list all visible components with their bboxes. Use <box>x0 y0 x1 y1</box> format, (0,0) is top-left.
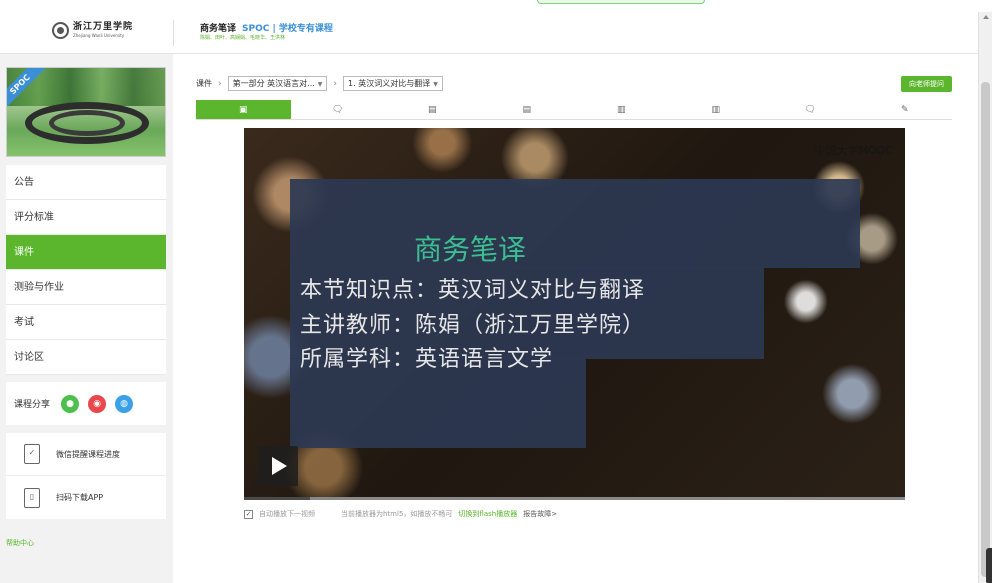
university-logo[interactable]: 浙江万里学院 Zhejiang Wanli University <box>52 22 133 39</box>
chevron-down-icon: ▼ <box>317 81 323 88</box>
tab-discussion[interactable]: 🗨 <box>763 100 858 119</box>
page-scrollbar[interactable] <box>978 12 992 583</box>
nav-item-grading[interactable]: 评分标准 <box>6 200 166 235</box>
video-player[interactable]: 中国大学MOOC 商务笔译 本节知识点：英汉词义对比与翻译 主讲教师：陈娟（浙江… <box>244 128 905 497</box>
logo-cn: 浙江万里学院 <box>73 22 134 32</box>
tab-edit[interactable]: ✎ <box>858 100 953 119</box>
qq-share-icon[interactable]: ◍ <box>115 394 134 413</box>
document-icon: ▤ <box>522 104 531 115</box>
play-button[interactable] <box>258 446 298 486</box>
breadcrumb: 课件 › 第一部分 英汉语言对... ▼ › 1. 英汉词义对比与翻译 ▼ <box>196 76 443 91</box>
video-icon: ▣ <box>238 104 248 115</box>
course-title: 商务笔译 SPOC | 学校专有课程 <box>200 21 333 34</box>
course-nav: 公告 评分标准 课件 测验与作业 考试 讨论区 <box>6 165 166 375</box>
nav-item-quiz-homework[interactable]: 测验与作业 <box>6 270 166 305</box>
video-footer: ✓ 自动播放下一视频 当前播放器为html5，如播放不畅可 切换到flash播放器… <box>244 509 557 519</box>
video-slide-line-2: 主讲教师：陈娟（浙江万里学院） <box>300 313 646 338</box>
switch-flash-link[interactable]: 切换到flash播放器 <box>458 509 517 519</box>
university-seal-icon <box>52 22 69 39</box>
document-icon: ▤ <box>427 104 437 115</box>
phone-icon: ▯ <box>24 487 40 508</box>
help-center-link[interactable]: 帮助中心 <box>6 538 34 548</box>
autoplay-checkbox[interactable]: ✓ <box>244 509 253 519</box>
share-label: 课程分享 <box>14 400 51 410</box>
lesson-select[interactable]: 1. 英汉词义对比与翻译 ▼ <box>343 76 443 91</box>
document-check-icon: ✓ <box>24 444 40 464</box>
site-header: 浙江万里学院 Zhejiang Wanli University 商务笔译 SPO… <box>0 12 978 54</box>
text-icon: ▥ <box>616 104 626 115</box>
app-links: ✓ 微信提醒课程进度 ▯ 扫码下载APP <box>6 433 166 519</box>
header-divider <box>173 20 174 46</box>
video-slide-line-1: 本节知识点：英汉词义对比与翻译 <box>300 278 646 303</box>
logo-en: Zhejiang Wanli University <box>73 33 125 38</box>
wechat-share-icon[interactable]: ● <box>61 394 80 413</box>
course-type-badge: SPOC | 学校专有课程 <box>242 24 333 34</box>
wechat-reminder-label: 微信提醒课程进度 <box>56 449 120 459</box>
autoplay-label: 自动播放下一视频 <box>259 510 315 518</box>
video-slide-title: 商务笔译 <box>414 233 527 266</box>
scroll-up-icon[interactable] <box>983 15 989 19</box>
tab-text[interactable]: ▥ <box>574 100 669 119</box>
tab-document[interactable]: ▤ <box>385 100 480 119</box>
teacher-list: 陈娟、田叶、高娴娟、毛晓华、王洪林 <box>200 35 286 41</box>
unit-tabs: ▣ 🗨 ▤ ▤ ▥ ▥ 🗨 ✎ <box>196 100 952 120</box>
chevron-right-icon: › <box>218 78 222 89</box>
top-notification-pill[interactable] <box>537 0 705 4</box>
weibo-share-icon[interactable]: ◉ <box>88 394 107 413</box>
wechat-reminder-link[interactable]: ✓ 微信提醒课程进度 <box>6 433 166 476</box>
text-icon: ▥ <box>711 104 720 115</box>
breadcrumb-root[interactable]: 课件 <box>196 78 212 89</box>
chevron-down-icon: ▼ <box>433 81 438 88</box>
nav-item-courseware[interactable]: 课件 <box>6 235 166 270</box>
course-cover-image: SPOC <box>6 67 166 157</box>
tab-text[interactable]: ▥ <box>669 100 764 119</box>
course-name: 商务笔译 <box>200 24 237 34</box>
tab-video[interactable]: ▣ <box>196 100 291 119</box>
mooc-watermark: 中国大学MOOC <box>814 144 894 157</box>
top-strip <box>0 0 992 12</box>
edit-icon: ✎ <box>900 104 909 115</box>
ask-teacher-button[interactable]: 向老师提问 <box>901 76 952 92</box>
scrollbar-thumb[interactable] <box>981 82 990 577</box>
discussion-icon: 🗨 <box>332 104 344 115</box>
course-share: 课程分享 ● ◉ ◍ <box>6 382 166 425</box>
nav-item-discussion[interactable]: 讨论区 <box>6 340 166 375</box>
nav-item-exam[interactable]: 考试 <box>6 305 166 340</box>
chevron-right-icon: › <box>333 78 338 89</box>
section-select[interactable]: 第一部分 英汉语言对... ▼ <box>227 76 328 91</box>
tab-document[interactable]: ▤ <box>480 100 575 119</box>
download-app-label: 扫码下载APP <box>56 493 104 502</box>
nav-item-announcement[interactable]: 公告 <box>6 165 166 200</box>
video-slide-line-3: 所属学科：英语语言文学 <box>300 347 554 372</box>
discussion-icon: 🗨 <box>804 104 816 115</box>
side-widget-handle[interactable] <box>986 548 992 583</box>
download-app-link[interactable]: ▯ 扫码下载APP <box>6 476 166 519</box>
video-progress-bar[interactable] <box>244 497 905 500</box>
tab-discussion[interactable]: 🗨 <box>291 100 386 119</box>
player-note: 当前播放器为html5，如播放不畅可 <box>341 510 453 518</box>
video-progress-fill <box>244 497 311 500</box>
report-issue-link[interactable]: 报告故障> <box>523 509 557 519</box>
